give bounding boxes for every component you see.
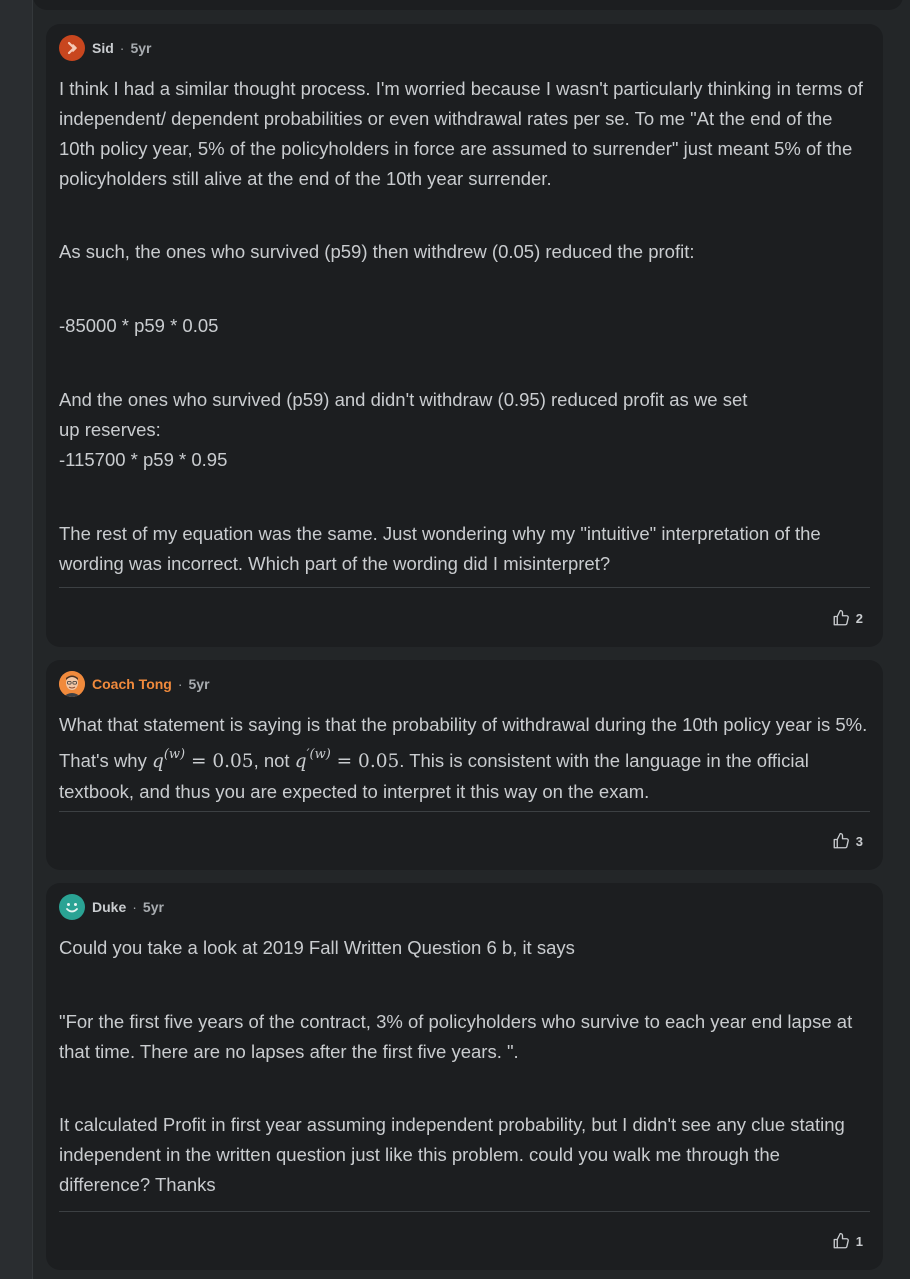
comment-paragraph: As such, the ones who survived (p59) the… — [59, 241, 695, 262]
like-count: 2 — [855, 610, 863, 626]
comment-header: Sid · 5yr — [59, 35, 151, 61]
previous-comment-card — [33, 0, 903, 10]
comment-divider — [59, 1211, 870, 1212]
smiley-icon — [66, 903, 78, 913]
comment-header: Coach Tong · 5yr — [59, 671, 210, 697]
comment-paragraph: Could you take a look at 2019 Fall Writt… — [59, 937, 575, 958]
math-expression: q(w) = 0.05 — [151, 747, 254, 772]
comment-paragraph: It calculated Profit in first year assum… — [59, 1114, 850, 1195]
comment-age: 5yr — [142, 899, 164, 915]
avatar[interactable] — [59, 894, 85, 920]
like-button[interactable]: 1 — [832, 1231, 863, 1251]
comment-text: , not — [253, 750, 295, 771]
comment-paragraph: The rest of my equation was the same. Ju… — [59, 523, 826, 574]
separator-dot: · — [177, 676, 183, 692]
comment-divider — [59, 811, 870, 812]
thumbs-up-icon — [833, 1232, 849, 1249]
comment-divider — [59, 587, 870, 588]
comment-body: What that statement is saying is that th… — [59, 710, 871, 807]
chevron-right-icon — [67, 41, 77, 55]
comment-paragraph: And the ones who survived (p59) and didn… — [59, 389, 748, 470]
thumbs-up-icon — [833, 609, 849, 626]
comment-card-coach-tong: Coach Tong · 5yr What that statement is … — [46, 660, 883, 870]
comment-age: 5yr — [130, 40, 152, 56]
comment-card-duke: Duke · 5yr Could you take a look at 2019… — [46, 883, 883, 1270]
math-expression: q′(w) = 0.05 — [294, 747, 400, 772]
left-rail — [0, 0, 33, 1279]
author-name[interactable]: Sid — [92, 40, 114, 56]
person-photo-icon — [59, 671, 85, 697]
author-name[interactable]: Coach Tong — [92, 676, 172, 692]
comment-paragraph: "For the first five years of the contrac… — [59, 1011, 858, 1062]
comment-header: Duke · 5yr — [59, 894, 164, 920]
like-button[interactable]: 3 — [832, 831, 863, 851]
comment-paragraph: What that statement is saying is that th… — [59, 710, 871, 807]
like-button[interactable]: 2 — [832, 608, 863, 628]
thumbs-up-icon — [833, 832, 849, 849]
like-count: 1 — [855, 1233, 863, 1249]
avatar[interactable] — [59, 35, 85, 61]
separator-dot: · — [119, 40, 125, 56]
comment-body: I think I had a similar thought process.… — [59, 74, 871, 579]
comment-card-sid: Sid · 5yr I think I had a similar though… — [46, 24, 883, 647]
author-name[interactable]: Duke — [92, 899, 126, 915]
comment-body: Could you take a look at 2019 Fall Writt… — [59, 933, 871, 1200]
comment-paragraph: I think I had a similar thought process.… — [59, 78, 869, 189]
like-count: 3 — [855, 833, 863, 849]
comment-age: 5yr — [188, 676, 210, 692]
comment-paragraph: -85000 * p59 * 0.05 — [59, 315, 219, 336]
separator-dot: · — [132, 899, 137, 915]
avatar[interactable] — [59, 671, 85, 697]
